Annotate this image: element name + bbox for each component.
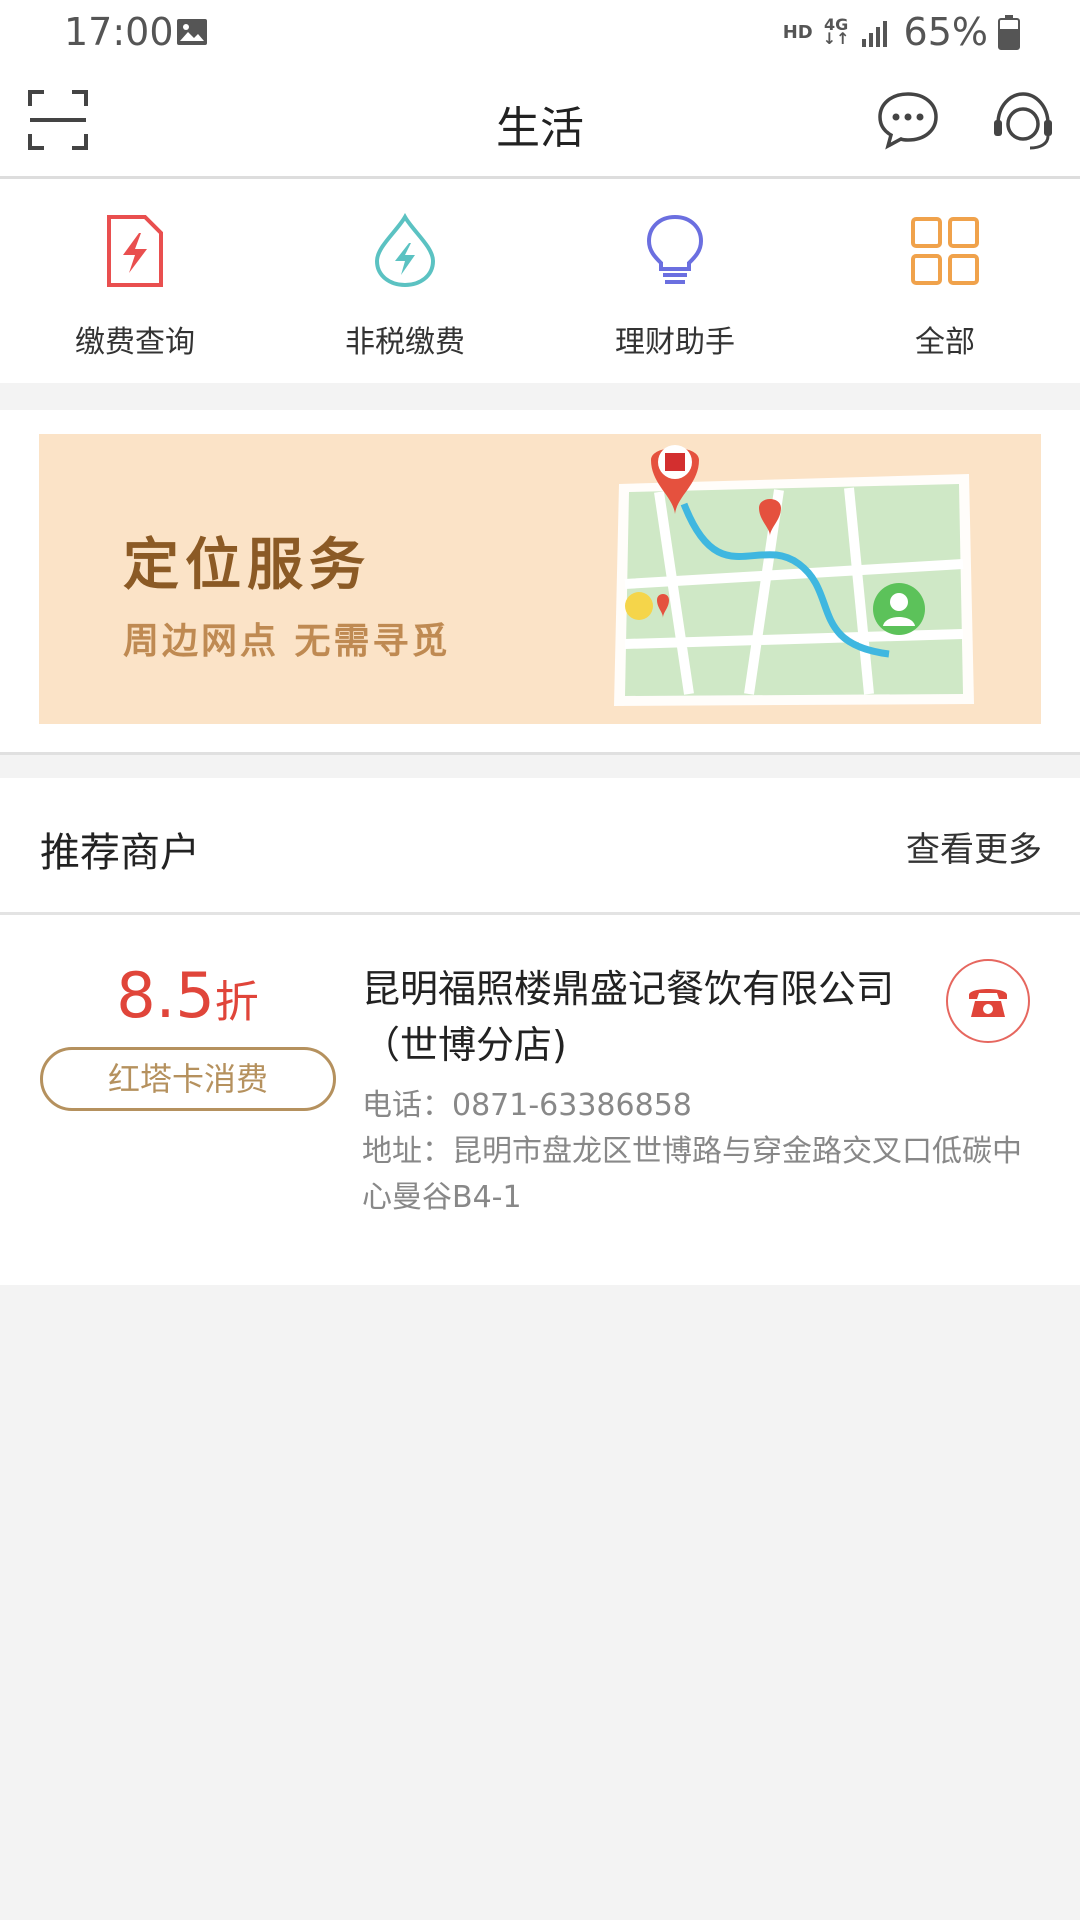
quick-item-all[interactable]: 全部 — [810, 179, 1080, 383]
image-icon — [177, 19, 207, 45]
banner-title: 定位服务 — [123, 533, 371, 598]
merchant-name: 昆明福照楼鼎盛记餐饮有限公司（世博分店) — [362, 967, 895, 1067]
quick-item-label: 理财助手 — [615, 325, 735, 360]
merchant-address: 地址：昆明市盘龙区世博路与穿金路交叉口低碳中心曼谷B4-1 — [362, 1134, 1022, 1215]
bill-lightning-icon — [107, 215, 163, 287]
phone-icon — [969, 989, 1007, 1017]
quick-item-label: 缴费查询 — [75, 325, 195, 360]
quick-item-finance-assistant[interactable]: 理财助手 — [540, 179, 810, 383]
view-more-link[interactable]: 查看更多 — [906, 822, 1042, 871]
discount-rate: 8.5折 — [40, 959, 335, 1032]
battery-level: 65% — [903, 10, 988, 54]
status-bar: 17:00 HD 4G ↓↑ 65% — [0, 0, 1080, 68]
call-button[interactable] — [946, 959, 1030, 1043]
headset-icon[interactable] — [990, 88, 1056, 154]
status-time: 17:00 — [64, 10, 174, 54]
recommend-header: 推荐商户 查看更多 — [0, 778, 1080, 915]
network-indicator: 4G ↓↑ — [822, 15, 850, 48]
map-illustration-icon — [614, 445, 974, 706]
water-drop-lightning-icon — [374, 213, 436, 288]
section-title: 推荐商户 — [40, 830, 200, 876]
card-tag: 红塔卡消费 — [40, 1047, 336, 1111]
location-service-banner[interactable]: 定位服务 周边网点 无需寻觅 — [39, 434, 1041, 724]
app-header: 生活 — [0, 68, 1080, 179]
discount-value: 8.5 — [116, 959, 215, 1032]
lightbulb-icon — [646, 214, 704, 284]
quick-item-label: 非税缴费 — [345, 325, 465, 360]
merchant-phone: 电话：0871-63386858 — [362, 1088, 692, 1123]
banner-subtitle: 周边网点 无需寻觅 — [123, 621, 451, 662]
discount-unit: 折 — [214, 977, 259, 1028]
battery-icon — [998, 15, 1020, 50]
banner-section: 定位服务 周边网点 无需寻觅 — [0, 410, 1080, 755]
hd-indicator: HD — [782, 21, 813, 43]
chat-bubble-icon[interactable] — [876, 88, 940, 152]
quick-item-bill-query[interactable]: 缴费查询 — [0, 179, 270, 383]
quick-item-nontax-payment[interactable]: 非税缴费 — [270, 179, 540, 383]
quick-item-label: 全部 — [915, 325, 975, 360]
signal-icon — [861, 21, 887, 47]
quick-menu: 缴费查询 非税缴费 理财助手 全部 — [0, 179, 1080, 383]
merchant-card[interactable]: 8.5折 红塔卡消费 昆明福照楼鼎盛记餐饮有限公司（世博分店) 电话：0871-… — [0, 915, 1080, 1285]
grid-icon — [911, 217, 979, 285]
